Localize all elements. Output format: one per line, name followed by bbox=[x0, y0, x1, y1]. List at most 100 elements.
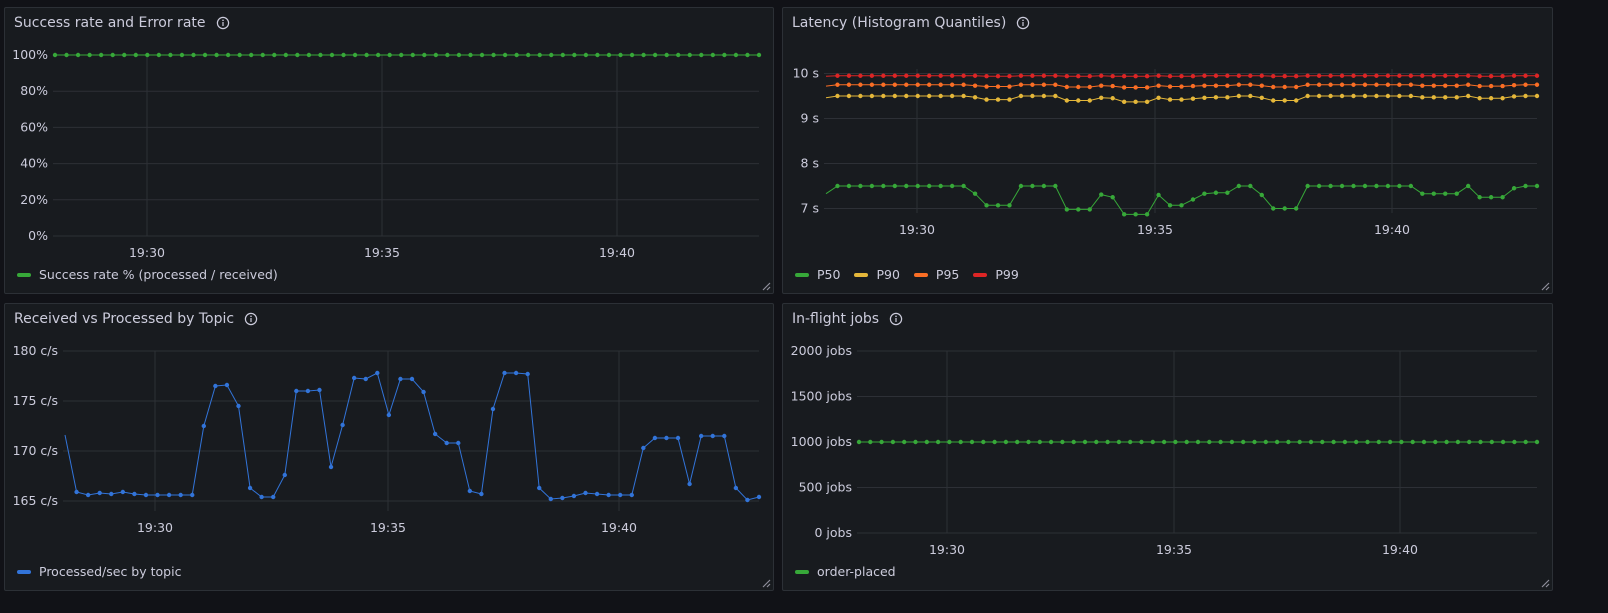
legend-item[interactable]: P90 bbox=[854, 267, 900, 282]
data-point bbox=[456, 52, 462, 58]
legend-item[interactable]: P99 bbox=[973, 267, 1019, 282]
data-point bbox=[1167, 84, 1173, 89]
data-point bbox=[1523, 73, 1528, 78]
data-point bbox=[1421, 439, 1427, 445]
data-point bbox=[1477, 96, 1482, 101]
data-point bbox=[995, 203, 1001, 208]
data-point bbox=[1397, 73, 1402, 78]
data-point bbox=[295, 52, 300, 58]
data-point bbox=[961, 82, 966, 87]
data-point bbox=[902, 439, 907, 445]
data-point bbox=[548, 496, 553, 502]
x-tick-label: 19:40 bbox=[599, 245, 635, 260]
legend-item[interactable]: Success rate % (processed / received) bbox=[17, 267, 278, 282]
data-point bbox=[846, 73, 852, 78]
y-tick-label: 500 jobs bbox=[799, 480, 852, 495]
y-tick-label: 0% bbox=[28, 228, 48, 243]
legend-swatch bbox=[17, 272, 31, 277]
data-point bbox=[1328, 73, 1333, 78]
data-point bbox=[386, 412, 392, 418]
data-point bbox=[1271, 98, 1276, 103]
data-point bbox=[191, 52, 196, 58]
data-point bbox=[1133, 74, 1138, 79]
data-point bbox=[237, 52, 242, 58]
resize-handle-icon[interactable] bbox=[759, 279, 771, 291]
data-point bbox=[168, 52, 173, 58]
data-point bbox=[1385, 73, 1391, 78]
data-point bbox=[992, 439, 997, 445]
data-point bbox=[328, 464, 334, 470]
data-point bbox=[1465, 82, 1471, 87]
data-point bbox=[1444, 439, 1449, 445]
data-point bbox=[868, 439, 873, 445]
data-point bbox=[972, 191, 978, 196]
data-point bbox=[387, 52, 392, 58]
data-point bbox=[1099, 95, 1104, 101]
resize-handle-icon[interactable] bbox=[759, 576, 771, 588]
data-point bbox=[1410, 439, 1415, 445]
data-point bbox=[1477, 74, 1482, 79]
data-point bbox=[1064, 74, 1070, 79]
x-tick-label: 19:35 bbox=[1156, 542, 1192, 557]
data-point bbox=[1179, 74, 1184, 79]
data-point bbox=[1374, 183, 1379, 189]
data-point bbox=[1202, 73, 1207, 78]
data-point bbox=[1282, 98, 1287, 103]
x-tick-label: 19:35 bbox=[364, 245, 400, 260]
data-point bbox=[583, 490, 588, 496]
data-point bbox=[1064, 207, 1070, 212]
resize-handle-icon[interactable] bbox=[1538, 576, 1550, 588]
resize-handle-icon[interactable] bbox=[1538, 279, 1550, 291]
legend-item[interactable]: P95 bbox=[913, 267, 959, 282]
data-point bbox=[664, 435, 669, 441]
x-tick-label: 19:40 bbox=[601, 520, 637, 535]
data-point bbox=[1048, 439, 1054, 445]
data-point bbox=[1018, 183, 1024, 189]
data-point bbox=[1179, 203, 1184, 208]
data-point bbox=[318, 52, 323, 58]
data-point bbox=[1282, 74, 1287, 79]
data-point bbox=[513, 370, 519, 376]
data-point bbox=[375, 52, 381, 58]
data-point bbox=[1110, 83, 1115, 89]
data-point bbox=[881, 183, 886, 189]
data-point bbox=[949, 183, 955, 189]
data-point bbox=[1431, 95, 1436, 100]
data-point bbox=[444, 440, 449, 446]
data-point bbox=[1018, 93, 1024, 99]
data-point bbox=[1362, 82, 1368, 87]
data-point bbox=[1454, 73, 1459, 78]
data-point bbox=[1376, 439, 1381, 445]
data-point bbox=[1362, 93, 1368, 99]
data-point bbox=[1082, 439, 1088, 445]
data-point bbox=[1190, 74, 1196, 79]
data-point bbox=[1060, 439, 1065, 445]
data-point bbox=[1339, 183, 1345, 189]
data-point bbox=[1110, 96, 1115, 101]
data-point bbox=[664, 52, 669, 58]
x-tick-label: 19:40 bbox=[1374, 222, 1410, 237]
legend-item[interactable]: order-placed bbox=[795, 564, 896, 579]
data-point bbox=[1408, 82, 1414, 87]
data-point bbox=[1248, 82, 1253, 87]
data-point bbox=[972, 95, 978, 100]
legend: Processed/sec by topic bbox=[17, 564, 181, 579]
data-point bbox=[915, 73, 920, 78]
data-point bbox=[109, 491, 114, 497]
data-point bbox=[935, 439, 941, 445]
data-point bbox=[1351, 93, 1356, 99]
data-point bbox=[1523, 183, 1528, 189]
data-point bbox=[1064, 84, 1070, 90]
data-point bbox=[1236, 73, 1242, 78]
data-point bbox=[75, 52, 81, 58]
data-point bbox=[1282, 84, 1287, 90]
data-point bbox=[1179, 97, 1184, 102]
data-point bbox=[1099, 83, 1104, 88]
data-point bbox=[904, 73, 909, 78]
data-point bbox=[1018, 73, 1024, 78]
legend-item[interactable]: Processed/sec by topic bbox=[17, 564, 181, 579]
legend-item[interactable]: P50 bbox=[795, 267, 840, 282]
data-point bbox=[1144, 85, 1150, 90]
data-point bbox=[1500, 83, 1505, 89]
data-point bbox=[858, 73, 863, 78]
